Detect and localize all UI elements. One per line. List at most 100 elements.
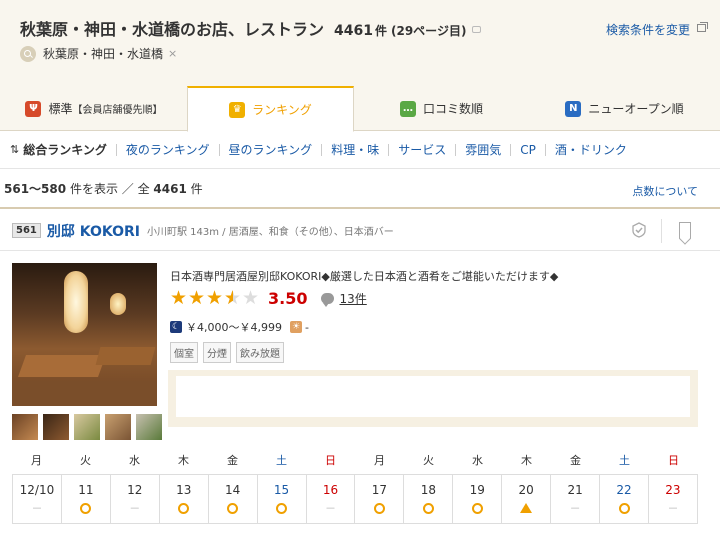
result-count: 4461 (334, 23, 373, 39)
divider (661, 219, 662, 243)
photo-table-back (95, 347, 156, 365)
calendar-date-cell[interactable]: 22 (600, 475, 649, 523)
calendar-date: 12/10 (19, 483, 55, 497)
star-icon: ★ (206, 287, 224, 309)
dinner-price: ￥4,000～￥4,999 (186, 321, 282, 334)
calendar-date: 19 (469, 483, 485, 497)
calendar-date-cell: 12 － (111, 475, 160, 523)
star-icon: ★ (242, 287, 260, 309)
tab-standard-note: 【会員店舗優先順】 (72, 105, 163, 116)
restaurant-name-link[interactable]: 別邸 KOKORI (47, 221, 140, 241)
price-row: ☾ ￥4,000～￥4,999 ☀ - (170, 319, 309, 335)
calendar-date-cell: 23 － (649, 475, 698, 523)
thumbnail-4[interactable] (105, 414, 131, 440)
calendar-date-cell[interactable]: 14 (209, 475, 258, 523)
area-chip: 秋葉原・神田・水道橋 × (20, 45, 177, 62)
subnav-service[interactable]: サービス (388, 143, 455, 156)
calendar-date-cell[interactable]: 15 (258, 475, 307, 523)
result-summary: 561～580 件を表示 ／ 全 4461 件 点数について (0, 169, 720, 209)
availability-mark (209, 502, 257, 514)
area-chip-label: 秋葉原・神田・水道橋 (43, 47, 164, 61)
subnav-drinks[interactable]: 酒・ドリンク (544, 143, 636, 156)
thumbnail-1[interactable] (12, 414, 38, 440)
photo-lamp (64, 271, 88, 333)
tab-review-count[interactable]: … 口コミ数順 (354, 86, 529, 131)
ranking-subnav: ⇅ 総合ランキング 夜のランキング 昼のランキング 料理・味 サービス 雰囲気 … (0, 131, 720, 169)
calendar-weekday: 土 (276, 454, 287, 467)
tab-review-count-label: 口コミ数順 (422, 102, 483, 116)
available-circle-icon (373, 502, 385, 514)
speech-bubble-icon (472, 26, 482, 33)
page-title: 秋葉原・神田・水道橋のお店、レストラン (20, 20, 325, 39)
feature-tags: 個室 分煙 飲み放題 (170, 342, 284, 363)
calendar-date: 23 (665, 483, 681, 497)
calendar-weekday: 月 (31, 454, 42, 467)
lunch-sun-icon: ☀ (289, 321, 302, 333)
subnav-lunch-ranking[interactable]: 昼のランキング (218, 143, 322, 156)
calendar-date: 20 (518, 483, 534, 497)
area-remove-button[interactable]: × (168, 47, 177, 60)
result-summary-text: 561～580 件を表示 ／ 全 4461 件 (4, 180, 203, 197)
calendar-date: 16 (322, 483, 339, 497)
tab-standard-label: 標準 (48, 102, 73, 116)
calendar-date-cell[interactable]: 19 (453, 475, 503, 523)
title-row: 秋葉原・神田・水道橋のお店、レストラン 4461 件 (29ページ目) (20, 16, 482, 40)
tab-ranking[interactable]: ♛ ランキング (187, 86, 354, 132)
calendar-weekday: 水 (129, 454, 140, 467)
thumbnail-5[interactable] (136, 414, 162, 440)
available-circle-icon (276, 502, 288, 514)
subnav-cp[interactable]: CP (510, 143, 545, 156)
unavailable-dash: － (569, 502, 581, 515)
photo-lamp-small (110, 293, 126, 315)
tab-new-open[interactable]: N ニューオープン順 (529, 86, 720, 131)
available-circle-icon (471, 502, 483, 514)
calendar-weekday: 木 (521, 454, 532, 467)
restaurant-catchphrase[interactable]: 日本酒専門居酒屋別邸KOKORI◆厳選した日本酒と酒肴をご堪能いただけます◆ (170, 268, 558, 284)
availability-mark (160, 502, 208, 514)
subnav-atmosphere[interactable]: 雰囲気 (455, 143, 510, 156)
tag-all-you-can-drink: 飲み放題 (236, 342, 284, 363)
thumbnail-3[interactable] (74, 414, 100, 440)
available-circle-icon (178, 502, 190, 514)
result-range-suffix: 件を表示 ／ 全 (69, 181, 150, 196)
availability-mark (502, 502, 550, 514)
search-header: 秋葉原・神田・水道橋のお店、レストラン 4461 件 (29ページ目) 検索条件… (0, 0, 720, 86)
restaurant-main-photo[interactable] (12, 263, 157, 406)
availability-mark (62, 502, 110, 514)
rating-stars: ★ ★ ★ ★ ★ (170, 287, 260, 309)
subnav-food-taste[interactable]: 料理・味 (321, 143, 388, 156)
bookmark-icon[interactable] (679, 222, 691, 239)
subnav-overall-ranking[interactable]: 総合ランキング (23, 144, 116, 156)
calendar-date-cell[interactable]: 17 (355, 475, 405, 523)
calendar-weekday: 日 (325, 454, 336, 467)
calendar-date-cell[interactable]: 11 (62, 475, 111, 523)
lunch-price: - (304, 320, 309, 334)
calendar-weekdays: 月火水木金土日月火水木金土日 (12, 448, 698, 474)
crown-icon: ♛ (229, 101, 246, 118)
available-circle-icon (618, 502, 630, 514)
calendar-date-cell[interactable]: 20 (502, 475, 552, 523)
about-points-link[interactable]: 点数について (632, 183, 698, 199)
review-count-link[interactable]: 13件 (339, 290, 366, 307)
result-total: 4461 (153, 181, 187, 196)
calendar-weekday: 金 (570, 454, 581, 467)
sort-icon: ⇅ (10, 143, 20, 156)
unavailable-dash: － (129, 502, 141, 515)
visited-check-icon[interactable] (631, 222, 647, 238)
unavailable-dash: － (324, 502, 336, 515)
calendar-weekday: 火 (423, 454, 434, 467)
rank-badge: 561 (12, 223, 41, 238)
available-circle-icon (227, 502, 239, 514)
calendar-date-cell[interactable]: 18 (404, 475, 454, 523)
sort-tabs: Ψ 標準 【会員店舗優先順】 ♛ ランキング … 口コミ数順 N ニューオープン… (0, 86, 720, 132)
change-search-conditions-link[interactable]: 検索条件を変更 (606, 21, 690, 38)
star-icon: ★ (170, 287, 188, 309)
external-window-icon[interactable] (697, 22, 708, 32)
tab-standard[interactable]: Ψ 標準 【会員店舗優先順】 (0, 86, 188, 131)
calendar-date-cell[interactable]: 13 (160, 475, 209, 523)
page-indicator: (29ページ目) (391, 24, 467, 38)
thumbnail-2[interactable] (43, 414, 69, 440)
calendar-date-cell: 12/10 － (13, 475, 62, 523)
result-count-unit: 件 (374, 24, 387, 38)
subnav-night-ranking[interactable]: 夜のランキング (115, 143, 219, 156)
